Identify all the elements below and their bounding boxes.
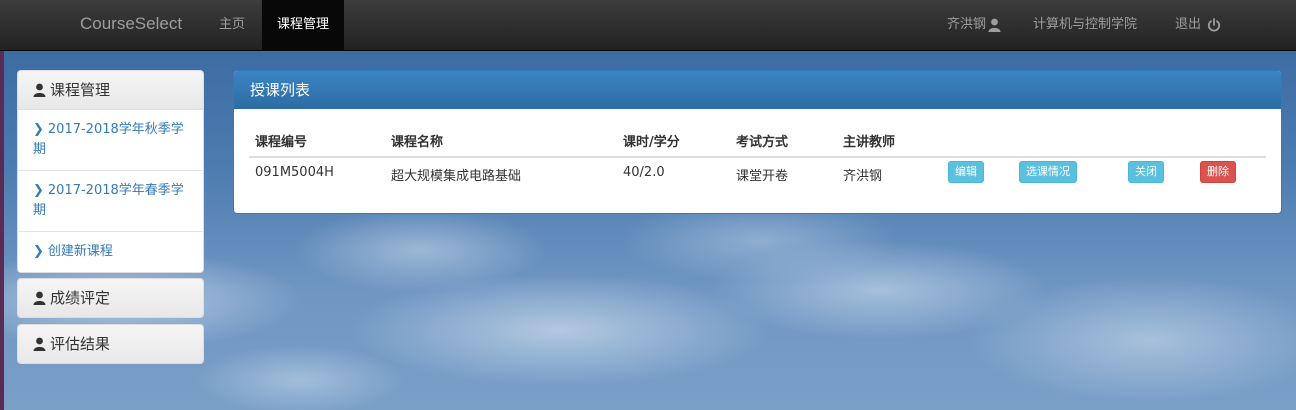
nav-home[interactable]: 主页 xyxy=(204,0,260,50)
sidebar-grade-header[interactable]: 成绩评定 xyxy=(18,279,203,317)
enrollment-button[interactable]: 选课情况 xyxy=(1019,161,1077,183)
cell-hours: 40/2.0 xyxy=(623,165,665,180)
power-icon xyxy=(1208,17,1221,32)
nav-logout[interactable]: 退出 xyxy=(1160,0,1236,50)
column-header-code: 课程编号 xyxy=(255,135,308,150)
top-navbar: CourseSelect 主页 课程管理 齐洪钢 计算机与控制学院 退出 xyxy=(0,0,1296,51)
user-icon xyxy=(33,291,46,305)
user-icon xyxy=(33,83,46,97)
sidebar-course-list: ❯ 2017-2018学年秋季学期 ❯ 2017-2018学年春季学期 ❯ 创建新课程 xyxy=(18,109,203,272)
nav-department[interactable]: 计算机与控制学院 xyxy=(1018,0,1152,50)
nav-course-management[interactable]: 课程管理 xyxy=(262,0,345,50)
chevron-right-icon: ❯ xyxy=(33,183,44,198)
delete-button[interactable]: 删除 xyxy=(1200,161,1236,183)
column-header-exam: 考试方式 xyxy=(736,135,789,150)
course-list-panel: 授课列表 课程编号 课程名称 课时/学分 考试方式 主讲教师 091M5004H… xyxy=(233,70,1282,214)
sidebar-course-header-label: 课程管理 xyxy=(50,81,111,99)
sidebar-item-label: 2017-2018学年春季学期 xyxy=(33,183,184,218)
sidebar-grade-header-label: 成绩评定 xyxy=(50,289,111,307)
chevron-right-icon: ❯ xyxy=(33,244,44,259)
close-course-button[interactable]: 关闭 xyxy=(1128,161,1164,183)
column-header-name: 课程名称 xyxy=(391,135,444,150)
chevron-right-icon: ❯ xyxy=(33,122,44,137)
sidebar-item-fall-semester[interactable]: ❯ 2017-2018学年秋季学期 xyxy=(18,110,203,170)
sidebar-course-panel: 课程管理 ❯ 2017-2018学年秋季学期 ❯ 2017-2018学年春季学期 ❯… xyxy=(17,70,204,273)
sidebar-eval-panel: 评估结果 xyxy=(17,324,204,364)
nav-user[interactable]: 齐洪钢 xyxy=(932,0,1016,50)
cell-name: 超大规模集成电路基础 xyxy=(391,169,522,184)
cell-teacher: 齐洪钢 xyxy=(843,169,883,184)
sidebar-eval-header[interactable]: 评估结果 xyxy=(18,325,203,363)
panel-title: 授课列表 xyxy=(234,71,1281,109)
sidebar-grade-panel: 成绩评定 xyxy=(17,278,204,318)
user-icon xyxy=(33,337,46,351)
sidebar-item-label: 2017-2018学年秋季学期 xyxy=(33,122,184,157)
sidebar-item-label: 创建新课程 xyxy=(47,244,113,259)
brand-logo[interactable]: CourseSelect xyxy=(80,14,182,34)
user-icon xyxy=(988,18,1001,32)
cell-code: 091M5004H xyxy=(255,165,334,180)
column-header-teacher: 主讲教师 xyxy=(843,135,896,150)
sidebar-item-create-course[interactable]: ❯ 创建新课程 xyxy=(18,231,203,272)
edit-button[interactable]: 编辑 xyxy=(948,161,984,183)
window-edge xyxy=(0,0,4,410)
sidebar-course-header[interactable]: 课程管理 xyxy=(18,71,203,109)
sidebar-item-spring-semester[interactable]: ❯ 2017-2018学年春季学期 xyxy=(18,170,203,231)
sidebar-eval-header-label: 评估结果 xyxy=(50,335,111,353)
table-header-divider xyxy=(249,156,1266,158)
user-name: 齐洪钢 xyxy=(947,17,987,32)
column-header-hours: 课时/学分 xyxy=(623,135,680,150)
cell-exam: 课堂开卷 xyxy=(736,169,789,184)
logout-label: 退出 xyxy=(1175,17,1202,32)
